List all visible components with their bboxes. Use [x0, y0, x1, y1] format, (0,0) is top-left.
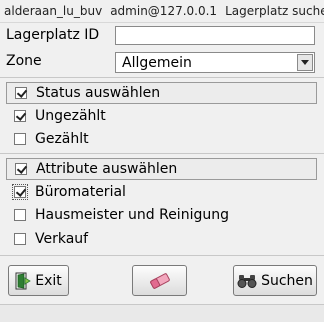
hausmeister-label: Hausmeister und Reinigung	[35, 207, 229, 223]
title-database: alderaan_lu_buv	[4, 4, 103, 18]
ungezaehlt-label: Ungezählt	[35, 108, 106, 124]
status-group-label: Status auswählen	[36, 85, 161, 101]
zone-select-value: Allgemein	[122, 54, 192, 71]
lagerplatz-id-input[interactable]	[115, 26, 315, 45]
clear-button[interactable]	[132, 265, 187, 296]
binoculars-icon	[237, 274, 257, 288]
chevron-down-icon	[301, 59, 309, 65]
eraser-icon	[149, 272, 170, 289]
search-button-label: Suchen	[261, 272, 313, 289]
zone-select[interactable]: Allgemein	[115, 52, 315, 73]
bueromaterial-label: Büromaterial	[35, 184, 126, 200]
title-window: Lagerplatz suchen	[225, 4, 324, 18]
status-bar	[0, 304, 324, 322]
bueromaterial-checkbox[interactable]	[12, 184, 28, 200]
attribute-select-all-checkbox[interactable]	[15, 163, 27, 175]
status-item-ungezaehlt[interactable]: Ungezählt	[14, 106, 106, 126]
divider	[0, 77, 324, 78]
status-select-all-checkbox[interactable]	[15, 87, 27, 99]
hausmeister-checkbox[interactable]	[14, 209, 26, 221]
divider	[0, 255, 324, 256]
gezaehlt-checkbox[interactable]	[14, 133, 26, 145]
exit-button[interactable]: Exit	[8, 265, 69, 296]
attribute-item-bueromaterial[interactable]: Büromaterial	[12, 182, 126, 202]
exit-button-label: Exit	[35, 272, 62, 289]
verkauf-label: Verkauf	[35, 231, 89, 247]
attribute-group-header[interactable]: Attribute auswählen	[6, 158, 317, 180]
zone-dropdown-button[interactable]	[297, 54, 313, 71]
gezaehlt-label: Gezählt	[35, 131, 89, 147]
title-bar: alderaan_lu_buv admin@127.0.0.1 Lagerpla…	[0, 0, 324, 23]
divider	[0, 153, 324, 154]
exit-door-icon	[15, 272, 32, 289]
title-user: admin@127.0.0.1	[110, 4, 218, 18]
verkauf-checkbox[interactable]	[14, 233, 26, 245]
attribute-group-label: Attribute auswählen	[36, 161, 178, 177]
attribute-item-verkauf[interactable]: Verkauf	[14, 229, 88, 249]
zone-label: Zone	[6, 53, 42, 69]
status-group-header[interactable]: Status auswählen	[6, 82, 317, 104]
lagerplatz-id-label: Lagerplatz ID	[6, 27, 100, 43]
attribute-item-hausmeister[interactable]: Hausmeister und Reinigung	[14, 205, 229, 225]
ungezaehlt-checkbox[interactable]	[14, 110, 26, 122]
status-item-gezaehlt[interactable]: Gezählt	[14, 129, 89, 149]
search-button[interactable]: Suchen	[233, 265, 317, 296]
